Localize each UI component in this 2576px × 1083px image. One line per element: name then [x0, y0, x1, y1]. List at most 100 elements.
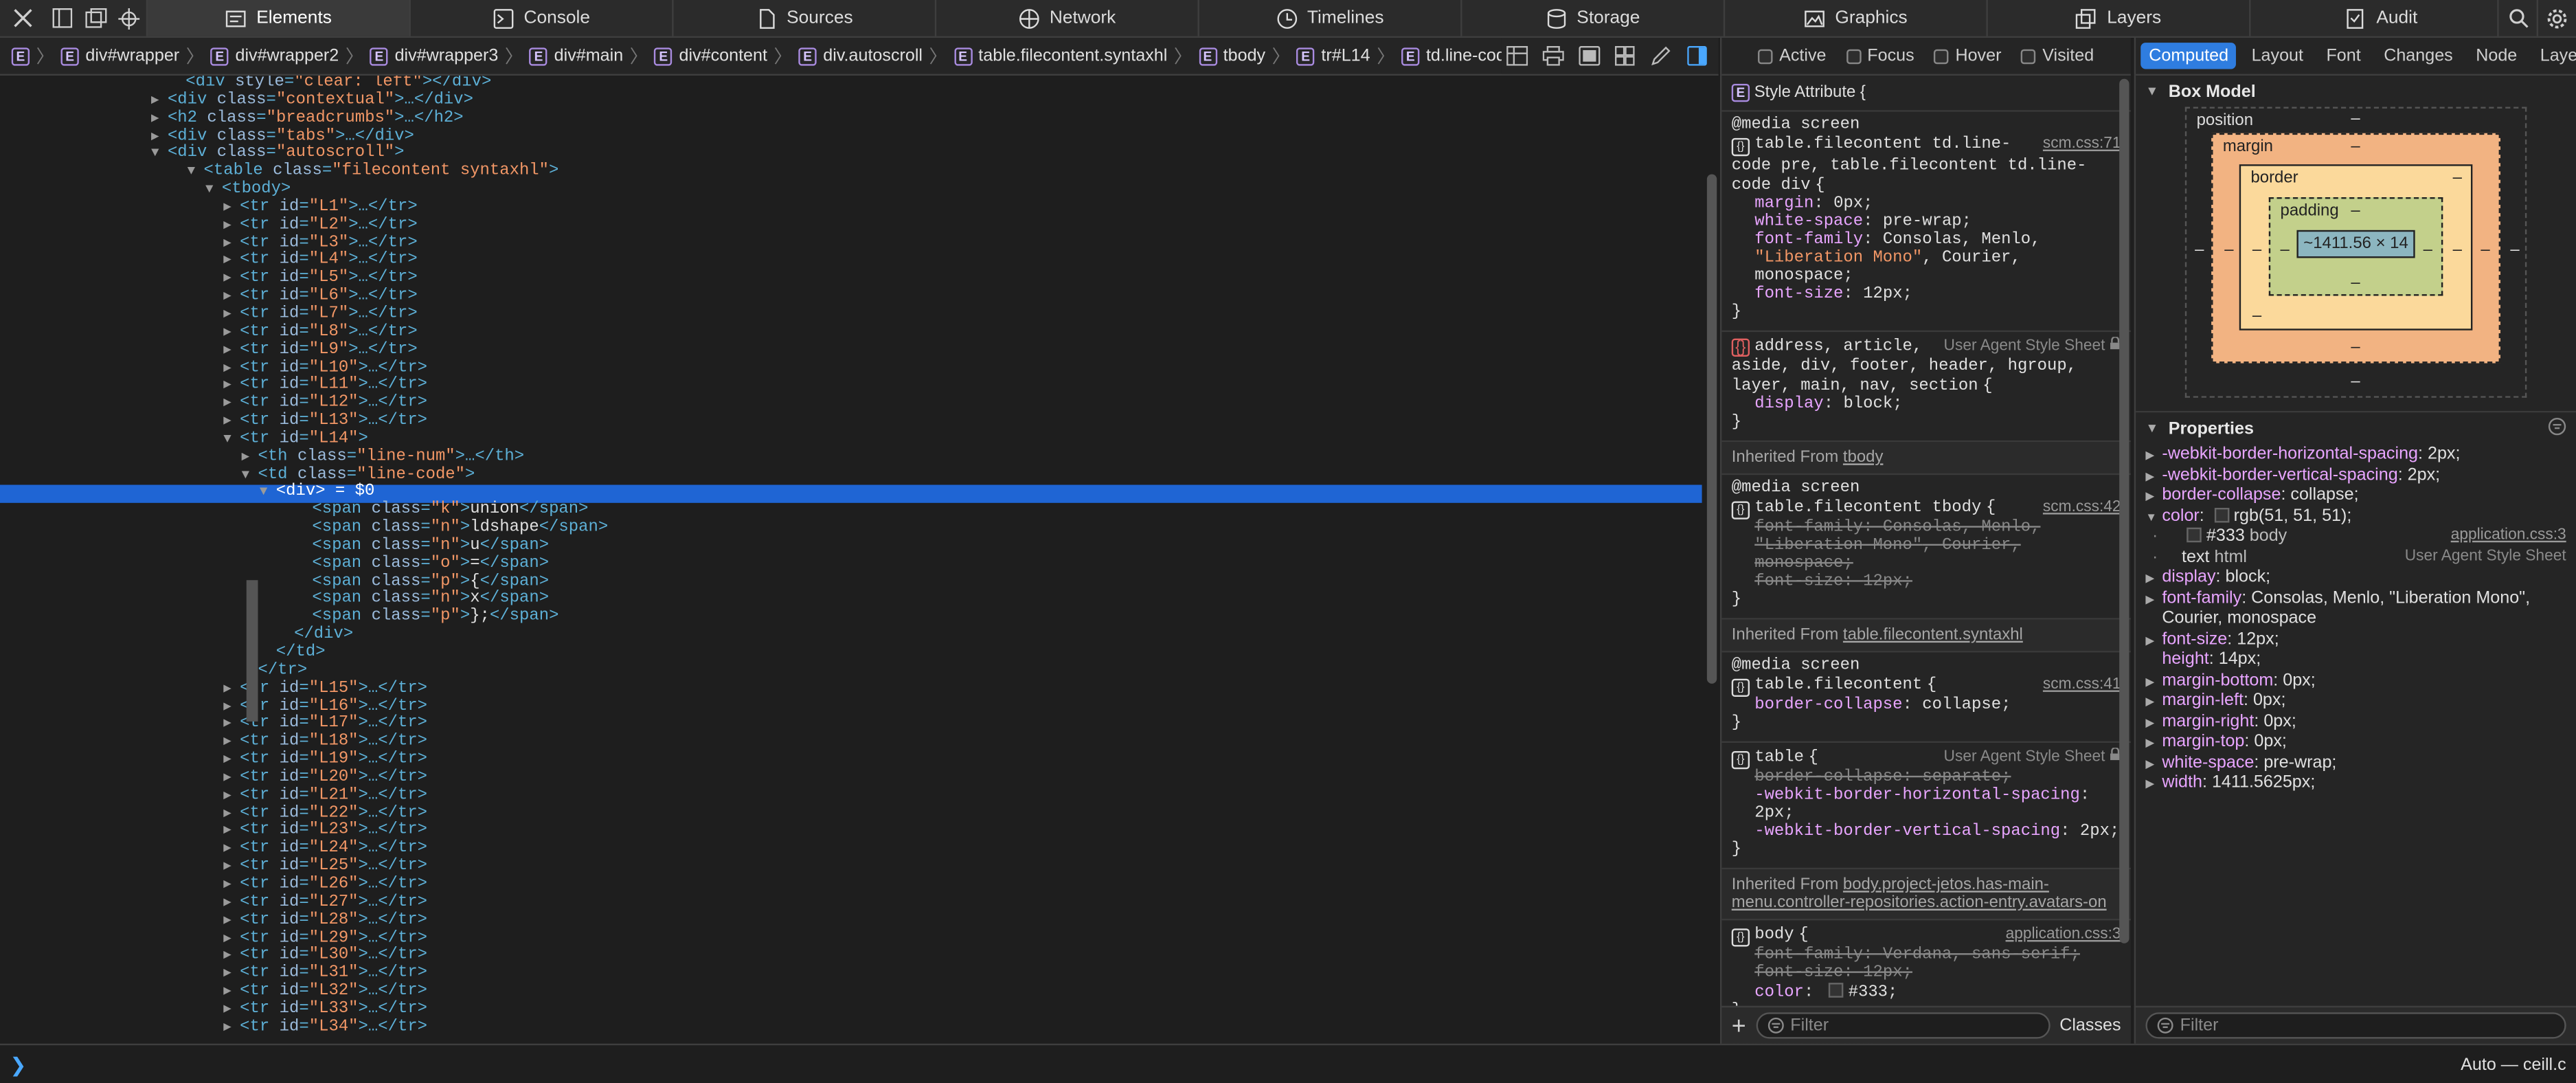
dom-node-row[interactable]: ▶ <tr id="L26">…</tr> — [0, 876, 1702, 895]
dom-tree[interactable]: <div style="clear: left"></div> ▶ <div cla… — [0, 76, 1702, 1044]
disclosure-triangle-icon[interactable]: ▶ — [223, 201, 240, 219]
computed-property[interactable]: ▶ width: 1411.5625px; — [2145, 772, 2576, 793]
disclosure-triangle-icon[interactable]: ▶ — [223, 218, 240, 236]
disclosure-triangle-icon[interactable]: ▶ — [223, 236, 240, 254]
css-declaration[interactable]: font-family: Consolas, Menlo, — [1732, 232, 2121, 249]
computed-property[interactable]: ▶ margin-top: 0px; — [2145, 731, 2576, 752]
sidebar-tab-layout[interactable]: Layout — [2244, 43, 2312, 69]
color-swatch[interactable] — [1828, 983, 1844, 998]
computed-property[interactable]: Courier, monospace — [2145, 608, 2576, 629]
disclosure-triangle-icon[interactable]: ▶ — [2145, 776, 2162, 796]
toggle-sidebar-icon[interactable] — [1682, 41, 1712, 71]
rule-source-link[interactable]: scm.css:41 — [2043, 676, 2121, 693]
dom-node-row[interactable]: ▼ <tbody> — [0, 181, 1702, 201]
tab-audit[interactable]: Audit — [2249, 0, 2512, 36]
tab-graphics[interactable]: Graphics — [1723, 0, 1987, 36]
breadcrumb-item[interactable]: E — [7, 47, 35, 65]
disclosure-triangle-icon[interactable]: ▶ — [223, 307, 240, 325]
inherited-link[interactable]: table.filecontent.syntaxhl — [1843, 626, 2023, 644]
breadcrumb-item[interactable]: Ediv#wrapper3 — [365, 46, 504, 66]
tab-elements[interactable]: Elements — [146, 0, 409, 36]
dom-node-row[interactable]: <span class="o">=</span> — [0, 555, 1702, 574]
breadcrumb-item[interactable]: Ediv#wrapper2 — [205, 46, 343, 66]
dom-node-row[interactable]: ▶ <tr id="L5">…</tr> — [0, 270, 1702, 289]
styles-filter-input[interactable]: Filter — [1756, 1012, 2050, 1039]
computed-property[interactable]: ▶ margin-right: 0px; — [2145, 711, 2576, 731]
breadcrumb-item[interactable]: Ediv.autoscroll — [793, 46, 927, 66]
dom-node-row[interactable]: ▶ <tr id="L30">…</tr> — [0, 948, 1702, 967]
disclosure-triangle-icon[interactable]: ▼ — [188, 165, 204, 183]
pseudo-hover-checkbox[interactable]: Hover — [1934, 46, 2001, 66]
disclosure-triangle-icon[interactable]: ▶ — [223, 735, 240, 753]
computed-property[interactable]: ▶ margin-bottom: 0px; — [2145, 670, 2576, 691]
rule-source-link[interactable]: scm.css:71 — [2043, 135, 2121, 153]
dom-node-row[interactable]: ▶ <tr id="L31">…</tr> — [0, 965, 1702, 985]
computed-filter-input[interactable]: Filter — [2145, 1012, 2566, 1039]
dom-node-row[interactable]: ▶ <tr id="L8">…</tr> — [0, 324, 1702, 343]
layout-grid-icon[interactable] — [1502, 41, 1531, 71]
disclosure-triangle-icon[interactable]: ▶ — [223, 271, 240, 289]
dom-node-row[interactable]: ▶ <tr id="L2">…</tr> — [0, 216, 1702, 236]
disclosure-triangle-icon[interactable]: ▶ — [223, 770, 240, 788]
dom-node-row[interactable]: ▶ <div class="contextual">…</div> — [0, 92, 1702, 111]
dom-node-row[interactable]: ▼ <table class="filecontent syntaxhl"> — [0, 163, 1702, 183]
styles-scrollbar[interactable] — [2118, 76, 2131, 1006]
computed-property[interactable]: ▶ display: block; — [2145, 567, 2576, 588]
dom-node-row[interactable]: ▶ <tr id="L24">…</tr> — [0, 840, 1702, 860]
computed-property[interactable]: · User Agent Style Sheet text html — [2145, 546, 2576, 567]
sidebar-tab-layers[interactable]: Layers — [2532, 43, 2576, 69]
disclosure-triangle-icon[interactable]: ▼ — [242, 468, 258, 486]
breadcrumb-item[interactable]: Ediv#main — [525, 46, 629, 66]
computed-property[interactable]: ▶ border-collapse: collapse; — [2145, 485, 2576, 506]
quick-console[interactable]: ❯ Auto — ceill.c — [0, 1043, 2576, 1083]
sidebar-tab-font[interactable]: Font — [2318, 43, 2369, 69]
execution-context-selector[interactable]: Auto — ceill.c — [2461, 1055, 2566, 1075]
edit-pencil-icon[interactable] — [1646, 41, 1675, 71]
tab-sources[interactable]: Sources — [672, 0, 935, 36]
box-model-header[interactable]: ▼ Box Model — [2136, 76, 2576, 107]
dom-node-row[interactable]: ▶ <tr id="L6">…</tr> — [0, 288, 1702, 307]
css-declaration[interactable]: font-size: 12px; — [1732, 286, 2121, 304]
disclosure-triangle-icon[interactable]: ▶ — [223, 700, 240, 717]
disclosure-triangle-icon[interactable]: ▼ — [205, 183, 222, 201]
css-rule-user-agent-div[interactable]: User Agent Style Sheet {} address, articl… — [1721, 332, 2131, 443]
inherited-link[interactable]: tbody — [1843, 449, 1884, 467]
dom-node-row[interactable]: ▶ <tr id="L32">…</tr> — [0, 983, 1702, 1003]
filter-options-icon[interactable] — [2548, 416, 2566, 439]
disclosure-triangle-icon[interactable]: ▶ — [223, 1003, 240, 1020]
dom-node-row[interactable]: ▶ <th class="line-num">…</th> — [0, 448, 1702, 468]
dom-node-row[interactable]: <div style="clear: left"></div> — [0, 76, 1702, 93]
computed-property[interactable]: ▶ white-space: pre-wrap; — [2145, 752, 2576, 772]
dom-node-row[interactable]: ▶ <tr id="L9">…</tr> — [0, 342, 1702, 361]
settings-gear-icon[interactable] — [2536, 0, 2576, 36]
sidebar-tab-computed[interactable]: Computed — [2140, 43, 2237, 69]
dock-side-icon[interactable] — [46, 0, 79, 36]
search-icon[interactable] — [2497, 0, 2536, 36]
breadcrumb-item[interactable]: Etbody — [1194, 46, 1271, 66]
disclosure-triangle-icon[interactable]: ▼ — [223, 432, 240, 450]
dom-node-row[interactable]: <span class="n">ldshape</span> — [0, 520, 1702, 539]
disclosure-triangle-icon[interactable]: ▶ — [223, 397, 240, 414]
disclosure-triangle-icon[interactable]: ▶ — [223, 860, 240, 878]
dom-node-row[interactable]: <span class="n">u</span> — [0, 537, 1702, 557]
dom-tree-scrollbar[interactable] — [1705, 76, 1719, 1044]
css-rule-scm-71[interactable]: @media screen scm.css:71 {} table.filecont… — [1721, 112, 2131, 333]
disclosure-triangle-icon[interactable]: ▶ — [223, 1020, 240, 1038]
disclosure-triangle-icon[interactable]: ▶ — [223, 289, 240, 307]
appearance-icon[interactable] — [1574, 41, 1603, 71]
css-declaration[interactable]: margin: 0px; — [1732, 196, 2121, 214]
computed-property[interactable]: ▶ font-family: Consolas, Menlo, "Liberati… — [2145, 588, 2576, 608]
rule-source-link[interactable]: application.css:3 — [2006, 925, 2121, 943]
disclosure-triangle-icon[interactable]: ▶ — [223, 967, 240, 985]
disclosure-triangle-icon[interactable]: ▶ — [223, 379, 240, 397]
add-rule-plus-icon[interactable]: + — [1732, 1013, 1746, 1038]
dom-node-row[interactable]: ▼ <tr id="L14"> — [0, 430, 1702, 450]
style-attribute-rule[interactable]: E Style Attribute { — [1721, 76, 2131, 112]
disclosure-triangle-icon[interactable]: ▶ — [223, 361, 240, 379]
disclosure-triangle-icon[interactable]: ▶ — [223, 682, 240, 700]
disclosure-triangle-icon[interactable]: ▼ — [151, 147, 168, 165]
tab-console[interactable]: Console — [409, 0, 673, 36]
dom-node-row[interactable]: <span class="k">union</span> — [0, 502, 1702, 521]
css-declaration[interactable]: border-collapse: collapse; — [1732, 697, 2121, 715]
disclosure-triangle-icon[interactable]: ▶ — [242, 450, 258, 468]
